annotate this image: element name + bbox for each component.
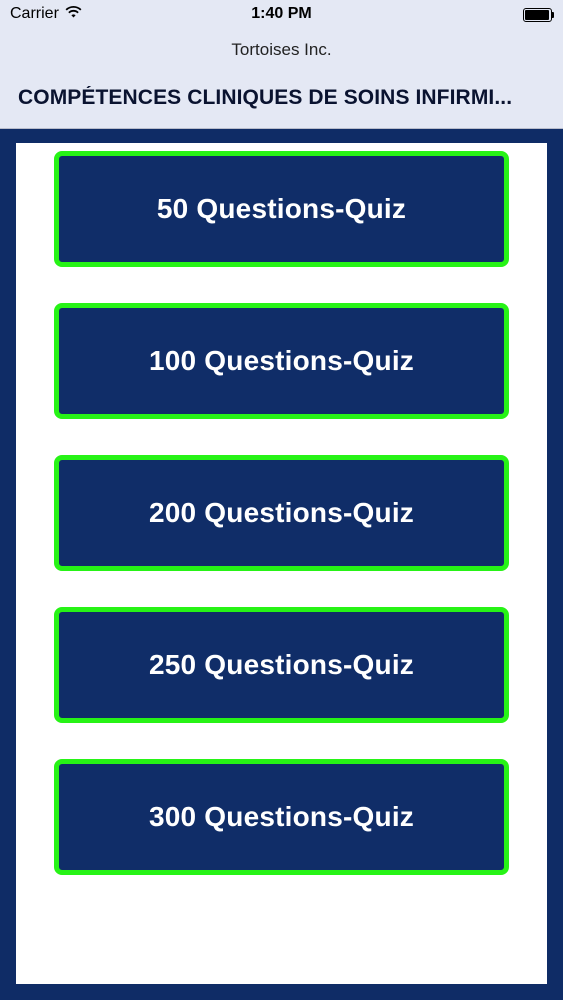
app-subtitle: Tortoises Inc. [231,40,332,59]
quiz-button-label: 100 Questions-Quiz [149,345,414,376]
status-time: 1:40 PM [251,5,312,22]
quiz-300-button[interactable]: 300 Questions-Quiz [54,759,509,875]
navigation-bar: Tortoises Inc. COMPÉTENCES CLINIQUES DE … [0,30,563,129]
quiz-button-label: 200 Questions-Quiz [149,497,414,528]
quiz-list-panel: 50 Questions-Quiz 100 Questions-Quiz 200… [16,143,547,984]
quiz-button-label: 300 Questions-Quiz [149,801,414,832]
battery-full-icon [523,8,555,22]
quiz-200-button[interactable]: 200 Questions-Quiz [54,455,509,571]
page-title: COMPÉTENCES CLINIQUES DE SOINS INFIRMI..… [18,86,513,109]
quiz-button-label: 50 Questions-Quiz [156,193,407,224]
quiz-50-button[interactable]: 50 Questions-Quiz [54,151,509,267]
quiz-100-button[interactable]: 100 Questions-Quiz [54,303,509,419]
quiz-250-button[interactable]: 250 Questions-Quiz [54,607,509,723]
status-bar: Carrier 1:40 PM [0,0,563,30]
quiz-list: 50 Questions-Quiz 100 Questions-Quiz 200… [54,151,509,911]
quiz-button-label: 250 Questions-Quiz [149,649,414,680]
